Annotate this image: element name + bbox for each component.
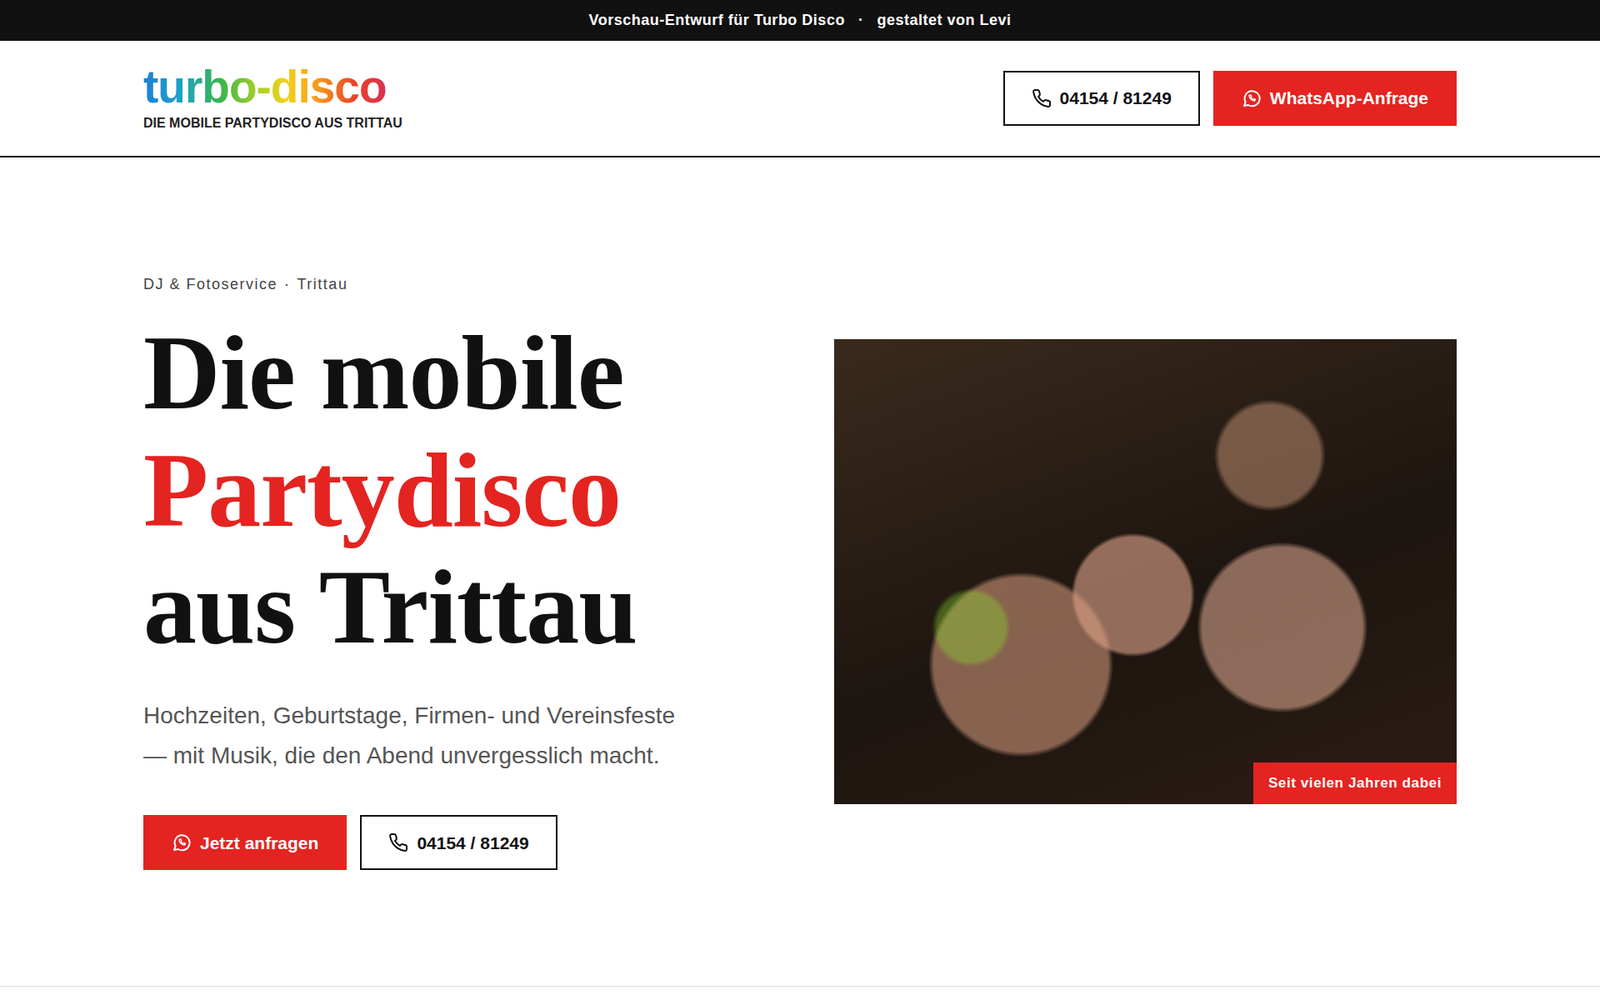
hero-row: DJ & Fotoservice · Trittau Die mobilePartyd…	[133, 253, 1467, 871]
whatsapp-icon	[171, 832, 192, 853]
preview-bar: Vorschau-Entwurf für Turbo Disco · gestalt…	[0, 0, 1600, 41]
party-photo: Seit vielen Jahren dabei	[834, 339, 1457, 805]
logo-tagline: DIE MOBILE PARTYDISCO AUS TRITTAU	[143, 113, 403, 134]
hero-inner: DJ & Fotoservice · Trittau Die mobilePartyd…	[141, 273, 1459, 871]
hero-title: Die mobilePartydiscoaus Trittau	[143, 314, 790, 666]
eyebrow: DJ & Fotoservice · Trittau	[143, 273, 790, 296]
eyebrow-service: DJ & Fotoservice	[143, 273, 278, 296]
title-line: aus Trittau	[143, 548, 790, 666]
title-line: Partydisco	[143, 431, 790, 550]
header-inner: turbo-disco DIE MOBILE PARTYDISCO AUS TRI…	[141, 64, 1459, 134]
button-label: WhatsApp-Anfrage	[1270, 85, 1429, 112]
button-label: 04154 / 81249	[416, 830, 529, 857]
whatsapp-icon	[1241, 88, 1262, 109]
hero-media: Seit vielen Jahren dabei	[800, 339, 1467, 805]
phone-icon	[1031, 88, 1052, 109]
hero-section: DJ & Fotoservice · Trittau Die mobilePartyd…	[0, 157, 1600, 987]
logo-wordmark: turbo-disco	[143, 64, 403, 110]
button-label: 04154 / 81249	[1060, 85, 1172, 112]
call-button[interactable]: 04154 / 81249	[1003, 70, 1200, 126]
eyebrow-separator: ·	[284, 273, 291, 296]
logo[interactable]: turbo-disco DIE MOBILE PARTYDISCO AUS TRI…	[143, 64, 403, 134]
credit-text: gestaltet von Levi	[876, 9, 1011, 32]
phone-icon	[388, 832, 409, 853]
whatsapp-button[interactable]: WhatsApp-Anfrage	[1213, 70, 1457, 126]
separator: ·	[858, 9, 865, 32]
button-label: Jetzt anfragen	[200, 830, 319, 857]
hero-lead: Hochzeiten, Geburtstage, Firmen- und Ver…	[143, 695, 694, 775]
whatsapp-button[interactable]: Jetzt anfragen	[143, 815, 347, 870]
site-header: turbo-disco DIE MOBILE PARTYDISCO AUS TRI…	[0, 40, 1600, 158]
eyebrow-place: Trittau	[297, 273, 349, 296]
preview-text: Vorschau-Entwurf für Turbo Disco	[589, 9, 845, 32]
hero-text: DJ & Fotoservice · Trittau Die mobilePartyd…	[133, 273, 800, 871]
title-line: Die mobile	[143, 314, 790, 432]
hero-actions: Jetzt anfragen 04154 / 81249	[143, 815, 790, 870]
header-actions: 04154 / 81249 WhatsApp-Anfrage	[1003, 70, 1457, 126]
photo-badge: Seit vielen Jahren dabei	[1253, 762, 1457, 805]
call-button[interactable]: 04154 / 81249	[360, 815, 557, 870]
